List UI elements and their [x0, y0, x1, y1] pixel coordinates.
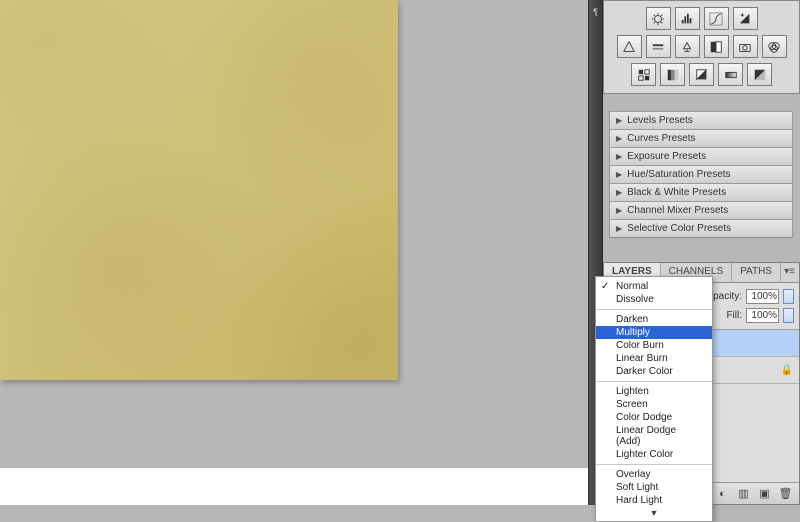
blend-mode-label: Normal [616, 281, 648, 292]
preset-label: Selective Color Presets [627, 223, 731, 234]
preset-levels[interactable]: ▶ Levels Presets [609, 111, 793, 130]
blend-mode-option[interactable]: Lighter Color [596, 448, 712, 461]
blend-mode-option[interactable]: Linear Dodge (Add) [596, 424, 712, 448]
preset-selective[interactable]: ▶ Selective Color Presets [609, 219, 793, 238]
curves-icon[interactable] [704, 7, 729, 30]
blend-mode-label: Linear Burn [616, 353, 668, 364]
blend-mode-label: Darker Color [616, 366, 673, 377]
preset-channel[interactable]: ▶ Channel Mixer Presets [609, 201, 793, 220]
preset-label: Curves Presets [627, 133, 695, 144]
blend-mode-label: Multiply [616, 327, 650, 338]
preset-curves[interactable]: ▶ Curves Presets [609, 129, 793, 148]
group-icon[interactable]: ▥ [734, 486, 753, 502]
disclosure-icon: ▶ [616, 134, 622, 143]
check-icon: ✓ [601, 281, 609, 292]
blend-mode-label: Lighten [616, 386, 649, 397]
blend-mode-label: Color Dodge [616, 412, 672, 423]
selective-color-icon[interactable] [747, 63, 772, 86]
disclosure-icon: ▶ [616, 224, 622, 233]
fill-stepper[interactable] [783, 308, 794, 323]
adjustments-panel [603, 0, 800, 94]
preset-label: Channel Mixer Presets [627, 205, 728, 216]
posterize-icon[interactable] [660, 63, 685, 86]
blend-mode-label: Hard Light [616, 495, 662, 506]
blend-mode-label: Screen [616, 399, 648, 410]
paragraph-panel-icon[interactable]: ¶ [589, 4, 602, 19]
blend-mode-menu[interactable]: ✓ Normal Dissolve Darken Multiply Color B… [595, 276, 713, 522]
canvas-area [0, 0, 599, 505]
opacity-stepper[interactable] [783, 289, 794, 304]
disclosure-icon: ▶ [616, 206, 622, 215]
blend-mode-option[interactable]: Darker Color [596, 365, 712, 378]
blend-mode-option[interactable]: Darken [596, 313, 712, 326]
photo-filter-icon[interactable] [733, 35, 758, 58]
blend-mode-label: Linear Dodge (Add) [616, 425, 676, 447]
invert-icon[interactable] [631, 63, 656, 86]
blend-mode-option[interactable]: Hard Light [596, 494, 712, 507]
disclosure-icon: ▶ [616, 170, 622, 179]
blend-mode-option[interactable]: Color Burn [596, 339, 712, 352]
gradient-map-icon[interactable] [718, 63, 743, 86]
delete-layer-icon[interactable]: 🗑 [776, 486, 795, 502]
fill-label: Fill: [726, 310, 742, 321]
channel-mixer-icon[interactable] [762, 35, 787, 58]
preset-label: Black & White Presets [627, 187, 726, 198]
blend-mode-label: Color Burn [616, 340, 664, 351]
adjustment-layer-icon[interactable]: ◐ [713, 486, 732, 502]
brightness-contrast-icon[interactable] [646, 7, 671, 30]
blend-mode-option[interactable]: Multiply [596, 326, 712, 339]
preset-label: Hue/Saturation Presets [627, 169, 730, 180]
disclosure-icon: ▶ [616, 188, 622, 197]
opacity-input[interactable]: 100% [746, 289, 779, 304]
menu-separator [596, 309, 712, 310]
blend-mode-label: Soft Light [616, 482, 658, 493]
tab-paths[interactable]: PATHS [732, 263, 781, 282]
preset-exposure[interactable]: ▶ Exposure Presets [609, 147, 793, 166]
menu-separator [596, 464, 712, 465]
menu-separator [596, 381, 712, 382]
document-canvas[interactable] [0, 0, 398, 380]
lock-icon: 🔒 [781, 365, 793, 376]
hue-sat-icon[interactable] [646, 35, 671, 58]
disclosure-icon: ▶ [616, 152, 622, 161]
blend-mode-option[interactable]: Dissolve [596, 293, 712, 306]
blend-mode-option[interactable]: Linear Burn [596, 352, 712, 365]
new-layer-icon[interactable]: ▣ [755, 486, 774, 502]
blend-mode-option[interactable]: Overlay [596, 468, 712, 481]
blend-mode-label: Darken [616, 314, 648, 325]
preset-label: Levels Presets [627, 115, 693, 126]
blend-mode-option[interactable]: Lighten [596, 385, 712, 398]
blend-mode-option[interactable]: Color Dodge [596, 411, 712, 424]
levels-icon[interactable] [675, 7, 700, 30]
fill-input[interactable]: 100% [746, 308, 779, 323]
color-balance-icon[interactable] [675, 35, 700, 58]
blend-mode-option[interactable]: ✓ Normal [596, 280, 712, 293]
preset-hue[interactable]: ▶ Hue/Saturation Presets [609, 165, 793, 184]
threshold-icon[interactable] [689, 63, 714, 86]
disclosure-icon: ▶ [616, 116, 622, 125]
exposure-icon[interactable] [733, 7, 758, 30]
blend-mode-label: Dissolve [616, 294, 654, 305]
blend-mode-label: Lighter Color [616, 449, 673, 460]
panel-menu-icon[interactable]: ▾≡ [784, 263, 799, 282]
canvas-pasteboard [0, 468, 599, 505]
preset-label: Exposure Presets [627, 151, 706, 162]
scroll-more-icon[interactable]: ▼ [596, 507, 712, 518]
preset-list: ▶ Levels Presets ▶ Curves Presets ▶ Exposur… [609, 112, 793, 238]
blend-mode-option[interactable]: Screen [596, 398, 712, 411]
preset-bw[interactable]: ▶ Black & White Presets [609, 183, 793, 202]
blend-mode-label: Overlay [616, 469, 650, 480]
blend-mode-option[interactable]: Soft Light [596, 481, 712, 494]
vibrance-icon[interactable] [617, 35, 642, 58]
bw-icon[interactable] [704, 35, 729, 58]
